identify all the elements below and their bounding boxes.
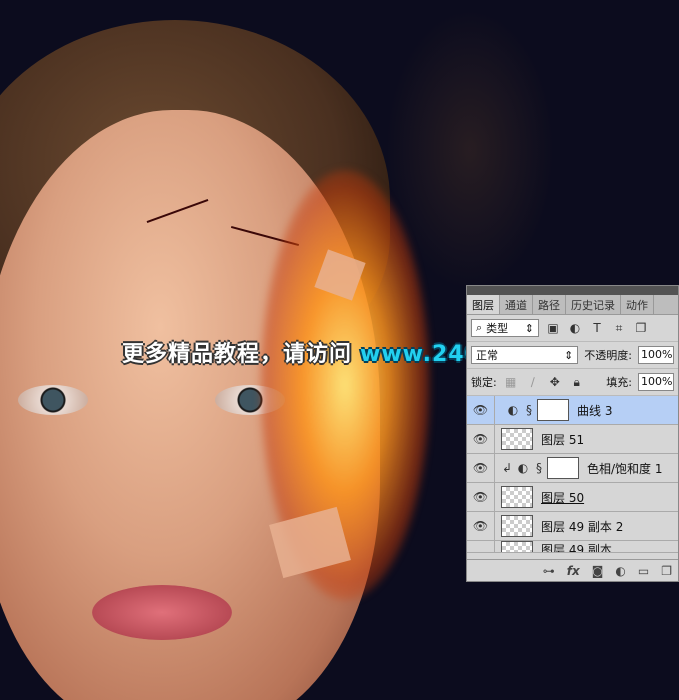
visibility-eye-icon[interactable] [467, 541, 495, 552]
lock-move-icon[interactable]: ✥ [547, 375, 563, 389]
lock-transparent-icon[interactable]: ▦ [503, 375, 519, 389]
filter-label: 类型 [486, 322, 509, 335]
fill-input[interactable]: 100% [638, 373, 674, 391]
layer-mask-thumbnail[interactable] [547, 457, 579, 479]
search-icon: ⌕ [476, 321, 483, 334]
panel-tabs: 图层 通道 路径 历史记录 动作 [467, 295, 678, 315]
layer-row[interactable]: 👁︎ ↲ ◐ § 色相/饱和度 1 [467, 454, 678, 483]
layer-name: 图层 51 [541, 432, 585, 447]
type-filter-icon[interactable]: T [589, 321, 605, 335]
hue-saturation-adjustment-icon: ◐ [517, 461, 529, 475]
layer-thumbnail [501, 486, 533, 508]
fill-label: 填充: [606, 376, 632, 389]
layer-row[interactable]: 👁︎ ◐ § 曲线 3 [467, 396, 678, 425]
tab-layers[interactable]: 图层 [467, 295, 500, 314]
layer-mask-thumbnail[interactable] [537, 399, 569, 421]
layer-row[interactable]: 👁︎ 图层 51 [467, 425, 678, 454]
blend-row: 正常 ⇕ 不透明度: 100% [467, 342, 678, 369]
new-layer-icon[interactable]: ❐ [661, 564, 672, 578]
layer-list: 👁︎ ◐ § 曲线 3 👁︎ 图层 51 👁︎ ↲ ◐ § 色相/饱和度 1 👁… [467, 396, 678, 553]
blend-mode-value: 正常 [476, 349, 498, 362]
updown-icon: ⇕ [524, 321, 534, 335]
curves-adjustment-icon: ◐ [507, 403, 519, 417]
lock-all-icon[interactable]: 🔒︎ [569, 375, 585, 390]
tab-history[interactable]: 历史记录 [566, 295, 621, 314]
blend-mode-select[interactable]: 正常 ⇕ [471, 346, 579, 364]
visibility-eye-icon[interactable]: 👁︎ [467, 396, 495, 424]
opacity-label: 不透明度: [584, 349, 632, 362]
layer-thumbnail [501, 428, 533, 450]
layer-thumbnail [501, 541, 533, 552]
layer-name: 图层 50 [541, 490, 585, 505]
layer-name: 色相/饱和度 1 [587, 461, 663, 476]
panel-bottom-toolbar: ⊶ fx ◙ ◐ ▭ ❐ [467, 559, 678, 581]
shape-filter-icon[interactable]: ⌗ [611, 321, 627, 336]
watermark-text: 更多精品教程，请访问 [122, 342, 353, 367]
updown-icon: ⇕ [564, 348, 574, 362]
layer-name: 曲线 3 [577, 403, 613, 418]
photo-left-eye [18, 385, 88, 415]
clip-arrow-icon: ↲ [501, 461, 513, 475]
chain-link-icon[interactable]: § [531, 461, 547, 475]
tab-actions[interactable]: 动作 [621, 295, 654, 314]
adjustment-icon[interactable]: ◐ [615, 564, 625, 578]
adjustment-filter-icon[interactable]: ◐ [567, 321, 583, 335]
panel-titlebar[interactable] [467, 286, 678, 295]
lock-label: 锁定: [471, 376, 497, 389]
tab-paths[interactable]: 路径 [533, 295, 566, 314]
layer-name: 图层 49 副本 2 [541, 519, 624, 534]
layer-thumbnail [501, 515, 533, 537]
layer-row[interactable]: 👁︎ 图层 49 副本 2 [467, 512, 678, 541]
chain-link-icon[interactable]: § [521, 403, 537, 417]
fx-icon[interactable]: fx [567, 564, 580, 578]
lock-row: 锁定: ▦ ∕ ✥ 🔒︎ 填充: 100% [467, 369, 678, 396]
layer-row[interactable]: 👁︎ 图层 50 [467, 483, 678, 512]
visibility-eye-icon[interactable]: 👁︎ [467, 512, 495, 540]
visibility-eye-icon[interactable]: 👁︎ [467, 425, 495, 453]
opacity-input[interactable]: 100% [638, 346, 674, 364]
folder-icon[interactable]: ▭ [638, 564, 649, 578]
visibility-eye-icon[interactable]: 👁︎ [467, 483, 495, 511]
lock-brush-icon[interactable]: ∕ [525, 375, 541, 389]
visibility-eye-icon[interactable]: 👁︎ [467, 454, 495, 482]
layer-row[interactable]: 图层 49 副本 [467, 541, 678, 553]
image-filter-icon[interactable]: ▣ [545, 321, 561, 335]
filter-select[interactable]: ⌕ 类型 ⇕ [471, 319, 539, 337]
layers-panel: 图层 通道 路径 历史记录 动作 ⌕ 类型 ⇕ ▣ ◐ T ⌗ ❐ 正常 ⇕ 不透明度… [466, 285, 679, 582]
link-icon[interactable]: ⊶ [543, 564, 555, 578]
filter-row: ⌕ 类型 ⇕ ▣ ◐ T ⌗ ❐ [467, 315, 678, 342]
tab-channels[interactable]: 通道 [500, 295, 533, 314]
photo-lips [92, 585, 232, 640]
mask-icon[interactable]: ◙ [592, 564, 604, 578]
layer-name: 图层 49 副本 [541, 543, 612, 553]
smart-object-filter-icon[interactable]: ❐ [633, 321, 649, 335]
